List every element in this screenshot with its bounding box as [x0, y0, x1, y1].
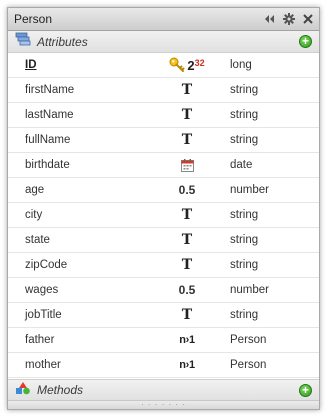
attribute-name: age — [25, 184, 45, 196]
attribute-name: jobTitle — [25, 309, 62, 321]
attribute-type: number — [230, 284, 269, 296]
attribute-type: string — [230, 309, 259, 321]
attribute-name: zipCode — [25, 259, 68, 271]
text-type-icon: T — [150, 82, 224, 98]
attribute-row-id[interactable]: ID 2 32 long — [8, 53, 319, 78]
titlebar: Person — [8, 8, 319, 31]
relation-type-glyph: n›1 — [179, 359, 195, 371]
attribute-row-jobTitle[interactable]: jobTitle Tstring — [8, 303, 319, 328]
attribute-row-wages[interactable]: wages 0.5 number — [8, 278, 319, 303]
attribute-name: firstName — [25, 84, 75, 96]
attribute-type: Person — [230, 334, 267, 346]
text-type-icon: T — [150, 207, 224, 223]
relation-type-glyph: n›1 — [179, 334, 195, 346]
entity-title: Person — [14, 12, 53, 26]
text-type-glyph: T — [181, 207, 193, 223]
text-type-glyph: T — [181, 107, 193, 123]
text-type-icon: T — [150, 132, 224, 148]
attribute-list: ID 2 32 long firstName Tstring lastName Tstr… — [8, 53, 319, 378]
attribute-row-age[interactable]: age 0.5 number — [8, 178, 319, 203]
attribute-name: wages — [25, 284, 59, 296]
titlebar-controls — [264, 13, 313, 25]
grip-dots: · · · · · · · — [141, 400, 186, 409]
attribute-row-firstName[interactable]: firstName Tstring — [8, 78, 319, 103]
text-type-glyph: T — [181, 132, 193, 148]
relation-type-icon: n›1 — [150, 334, 224, 346]
attribute-row-mother[interactable]: mother n›1 Person — [8, 353, 319, 378]
attribute-row-lastName[interactable]: lastName Tstring — [8, 103, 319, 128]
attribute-row-city[interactable]: city Tstring — [8, 203, 319, 228]
attribute-name: father — [25, 334, 55, 346]
close-icon[interactable] — [303, 14, 313, 24]
attribute-row-state[interactable]: state Tstring — [8, 228, 319, 253]
shapes-icon — [15, 381, 31, 400]
stack-icon — [15, 32, 31, 51]
number-type-glyph: 0.5 — [178, 283, 196, 297]
text-type-icon: T — [150, 257, 224, 273]
attribute-row-zipCode[interactable]: zipCode Tstring — [8, 253, 319, 278]
attribute-row-father[interactable]: father n›1 Person — [8, 328, 319, 353]
key-icon — [169, 57, 185, 73]
text-type-icon: T — [150, 307, 224, 323]
relation-type-icon: n›1 — [150, 359, 224, 371]
text-type-glyph: T — [181, 82, 193, 98]
text-type-glyph: T — [181, 307, 193, 323]
attribute-name: ID — [25, 59, 37, 71]
id-type-icon: 2 32 — [150, 57, 224, 73]
entity-panel: Person Attributes + ID 2 32 long firstNa… — [7, 7, 320, 410]
attribute-name: city — [25, 209, 43, 221]
long-icon-exponent: 32 — [194, 58, 205, 68]
double-arrow-left-icon[interactable] — [264, 14, 275, 24]
attribute-type: string — [230, 234, 259, 246]
calendar-icon — [150, 158, 224, 172]
attribute-name: lastName — [25, 109, 74, 121]
attribute-type: Person — [230, 359, 267, 371]
attributes-header[interactable]: Attributes + — [8, 31, 319, 53]
methods-header[interactable]: Methods + — [8, 379, 319, 401]
gear-icon[interactable] — [283, 13, 295, 25]
number-type-icon: 0.5 — [150, 183, 224, 197]
attribute-type: string — [230, 259, 259, 271]
text-type-icon: T — [150, 107, 224, 123]
attribute-name: state — [25, 234, 50, 246]
attribute-name: birthdate — [25, 159, 70, 171]
resize-grip[interactable]: · · · · · · · — [8, 400, 319, 409]
add-method-button[interactable]: + — [299, 382, 312, 397]
text-type-glyph: T — [181, 232, 193, 248]
attribute-type: string — [230, 109, 259, 121]
attribute-type: string — [230, 84, 259, 96]
add-attribute-button[interactable]: + — [299, 35, 312, 48]
attribute-type: string — [230, 134, 259, 146]
attribute-row-birthdate[interactable]: birthdate date — [8, 153, 319, 178]
attributes-label: Attributes — [37, 34, 88, 49]
long-icon-base: 2 — [187, 57, 195, 73]
attribute-name: mother — [25, 359, 61, 371]
number-type-icon: 0.5 — [150, 283, 224, 297]
plus-circle-icon: + — [301, 34, 309, 48]
attribute-name: fullName — [25, 134, 71, 146]
text-type-icon: T — [150, 232, 224, 248]
attribute-type: number — [230, 184, 269, 196]
number-type-glyph: 0.5 — [178, 183, 196, 197]
attribute-type: string — [230, 209, 259, 221]
attribute-type: date — [230, 159, 253, 171]
attribute-type: long — [230, 59, 252, 71]
plus-circle-icon: + — [301, 382, 309, 397]
methods-label: Methods — [37, 383, 84, 397]
attribute-row-fullName[interactable]: fullName Tstring — [8, 128, 319, 153]
text-type-glyph: T — [181, 257, 193, 273]
